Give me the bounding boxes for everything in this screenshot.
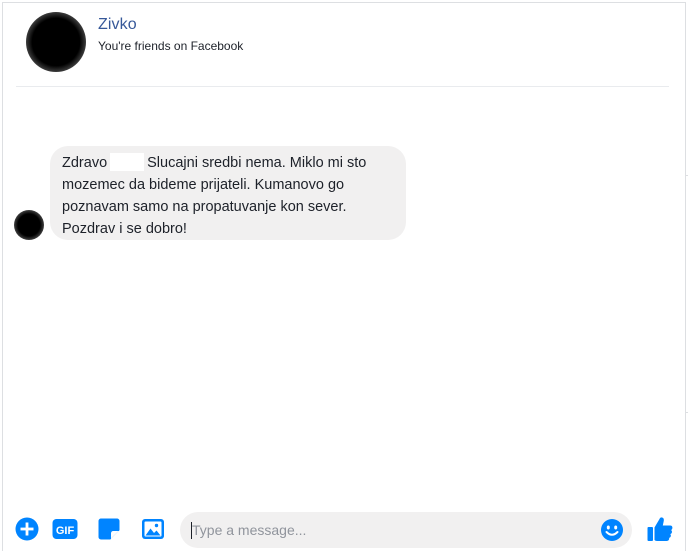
message-bubble: Zdravo Slucajni sredbi nema. Miklo mi sto…	[50, 146, 406, 240]
smiley-icon[interactable]	[600, 518, 624, 542]
gif-icon[interactable]: GIF	[52, 517, 78, 541]
friendship-status: You're friends on Facebook	[98, 39, 244, 53]
message-line: Zdravo Slucajni sredbi nema. Miklo mi sto	[62, 152, 394, 174]
contact-avatar[interactable]	[26, 12, 86, 72]
plus-circle-icon[interactable]	[15, 517, 39, 541]
redacted-text	[110, 153, 145, 171]
message-input[interactable]	[180, 512, 632, 548]
conversation-header: Zivko You're friends on Facebook	[16, 0, 669, 87]
message-text: Slucajni sredbi nema. Miklo mi sto	[147, 155, 367, 171]
message-line: poznavam samo na propatuvanje kon sever.	[62, 199, 347, 215]
message-text: Zdravo	[62, 155, 108, 171]
message-line: Pozdrav i se dobro!	[62, 221, 187, 237]
sender-avatar[interactable]	[14, 210, 44, 240]
message-line: mozemec da bideme prijateli. Kumanovo go	[62, 177, 345, 193]
photo-icon[interactable]	[141, 517, 165, 541]
thumbs-up-icon[interactable]	[646, 515, 674, 543]
sticker-icon[interactable]	[97, 517, 121, 541]
text-cursor	[191, 522, 192, 539]
composer-bar: GIF	[0, 506, 688, 554]
svg-text:GIF: GIF	[56, 525, 75, 537]
contact-name[interactable]: Zivko	[98, 16, 137, 34]
